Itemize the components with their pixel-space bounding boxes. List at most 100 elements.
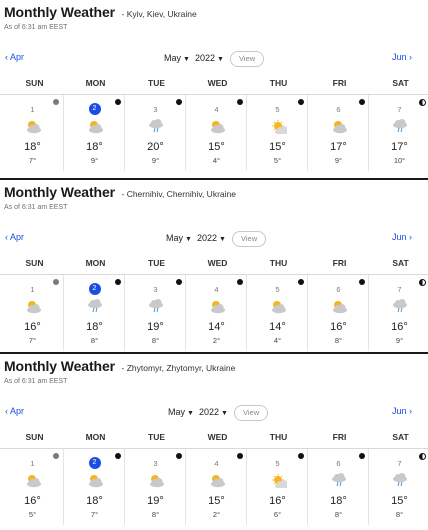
day-cell[interactable]: 5 16° 6° (246, 449, 308, 525)
low-temperature: 7° (28, 336, 37, 345)
high-temperature: 18° (86, 321, 103, 333)
page-title: Monthly Weather (4, 4, 116, 20)
today-date-badge: 2 (88, 283, 101, 295)
weekday-header: SUN MON TUE WED THU FRI SAT (0, 78, 428, 90)
view-button[interactable]: View (230, 51, 265, 67)
date-number: 6 (336, 285, 341, 294)
view-button[interactable]: View (232, 231, 267, 247)
date-number: 1 (30, 459, 35, 468)
high-temperature: 15° (208, 141, 225, 153)
partly-cloudy-icon (86, 472, 104, 488)
month-select[interactable]: May ▼ (168, 407, 194, 417)
showers-icon (391, 298, 409, 314)
high-temperature: 14° (208, 321, 225, 333)
next-month-label: Jun (391, 52, 407, 62)
waxing-crescent-icon (237, 99, 243, 105)
date-number: 1 (30, 285, 35, 294)
waxing-crescent-icon (237, 279, 243, 285)
next-month-link[interactable]: Jun › (392, 232, 412, 242)
high-temperature: 18° (86, 495, 103, 507)
day-cell[interactable]: 4 15° 4° (185, 95, 247, 171)
day-cell[interactable]: 3 19° 8° (124, 275, 186, 351)
day-cell[interactable]: 4 15° 2° (185, 449, 247, 525)
low-temperature: 8° (151, 510, 160, 519)
day-cell[interactable]: 1 16° 7° (2, 275, 63, 351)
day-cell[interactable]: 5 14° 4° (246, 275, 308, 351)
caret-down-icon: ▼ (185, 236, 192, 243)
partly-cloudy-icon (330, 118, 348, 134)
low-temperature: 4° (212, 156, 221, 165)
weekday-label: THU (269, 78, 288, 88)
waxing-crescent-icon (176, 279, 182, 285)
partly-cloudy-icon (208, 472, 226, 488)
day-cell[interactable]: 3 20° 9° (124, 95, 186, 171)
weekday-label: SUN (25, 258, 44, 268)
panel-title-row: Monthly Weather - Chernihiv, Chernihiv, … (4, 184, 236, 202)
day-cell[interactable]: 6 18° 8° (307, 449, 369, 525)
weekday-label: TUE (148, 258, 165, 268)
day-cell[interactable]: 1 18° 7° (2, 95, 63, 171)
weekday-label: SUN (25, 78, 44, 88)
panel-divider (0, 352, 428, 354)
low-temperature: 8° (395, 510, 404, 519)
day-cell[interactable]: 4 14° 2° (185, 275, 247, 351)
date-number: 6 (336, 459, 341, 468)
high-temperature: 19° (147, 321, 164, 333)
day-cell[interactable]: 6 16° 8° (307, 275, 369, 351)
date-number: 4 (214, 459, 219, 468)
weekday-label: THU (269, 258, 288, 268)
month-year-selector: May ▼ 2022 ▼ View (0, 51, 428, 69)
partly-cloudy-icon (147, 472, 165, 488)
weekday-label: MON (85, 78, 106, 88)
date-number: 3 (153, 459, 158, 468)
weekday-label: FRI (332, 432, 347, 442)
low-temperature: 8° (90, 336, 99, 345)
next-month-link[interactable]: Jun › (392, 406, 412, 416)
new-moon-icon (53, 99, 59, 105)
low-temperature: 9° (151, 156, 160, 165)
calendar-week-row: 1 16° 7° 2 18° 8° 3 19° 8° 4 14° 2° 5 14… (0, 274, 428, 351)
partly-cloudy-icon (86, 118, 104, 134)
date-number: 3 (153, 285, 158, 294)
year-select[interactable]: 2022 ▼ (197, 233, 226, 243)
low-temperature: 8° (334, 510, 343, 519)
next-month-link[interactable]: Jun › (392, 52, 412, 62)
high-temperature: 17° (391, 141, 408, 153)
year-select[interactable]: 2022 ▼ (199, 407, 228, 417)
partly-cloudy-icon (208, 118, 226, 134)
location-label: - Kyiv, Kiev, Ukraine (121, 9, 197, 19)
showers-icon (391, 118, 409, 134)
day-cell[interactable]: 2 18° 8° (63, 275, 125, 351)
location-label: - Chernihiv, Chernihiv, Ukraine (121, 189, 236, 199)
month-select[interactable]: May ▼ (164, 53, 190, 63)
high-temperature: 15° (208, 495, 225, 507)
high-temperature: 19° (147, 495, 164, 507)
day-cell[interactable]: 2 18° 9° (63, 95, 125, 171)
day-cell[interactable]: 6 17° 9° (307, 95, 369, 171)
month-select-value: May (168, 407, 186, 417)
high-temperature: 18° (330, 495, 347, 507)
date-number: 7 (397, 285, 402, 294)
day-cell[interactable]: 7 16° 9° (368, 275, 428, 351)
day-cell[interactable]: 2 18° 7° (63, 449, 125, 525)
caret-down-icon: ▼ (183, 56, 190, 63)
month-select[interactable]: May ▼ (166, 233, 192, 243)
day-cell[interactable]: 7 17° 10° (368, 95, 428, 171)
waxing-crescent-icon (298, 99, 304, 105)
day-cell[interactable]: 1 16° 5° (2, 449, 63, 525)
chevron-right-icon: › (409, 52, 412, 62)
high-temperature: 20° (147, 141, 164, 153)
showers-icon (391, 472, 409, 488)
low-temperature: 7° (90, 510, 99, 519)
day-cell[interactable]: 3 19° 8° (124, 449, 186, 525)
weekday-label: TUE (148, 78, 165, 88)
partly-cloudy-icon (24, 298, 42, 314)
day-cell[interactable]: 5 15° 5° (246, 95, 308, 171)
view-button[interactable]: View (234, 405, 269, 421)
location-label: - Zhytomyr, Zhytomyr, Ukraine (121, 363, 236, 373)
month-year-selector: May ▼ 2022 ▼ View (0, 231, 428, 249)
year-select[interactable]: 2022 ▼ (195, 53, 224, 63)
day-cell[interactable]: 7 15° 8° (368, 449, 428, 525)
date-number: 4 (214, 285, 219, 294)
waxing-crescent-icon (237, 453, 243, 459)
